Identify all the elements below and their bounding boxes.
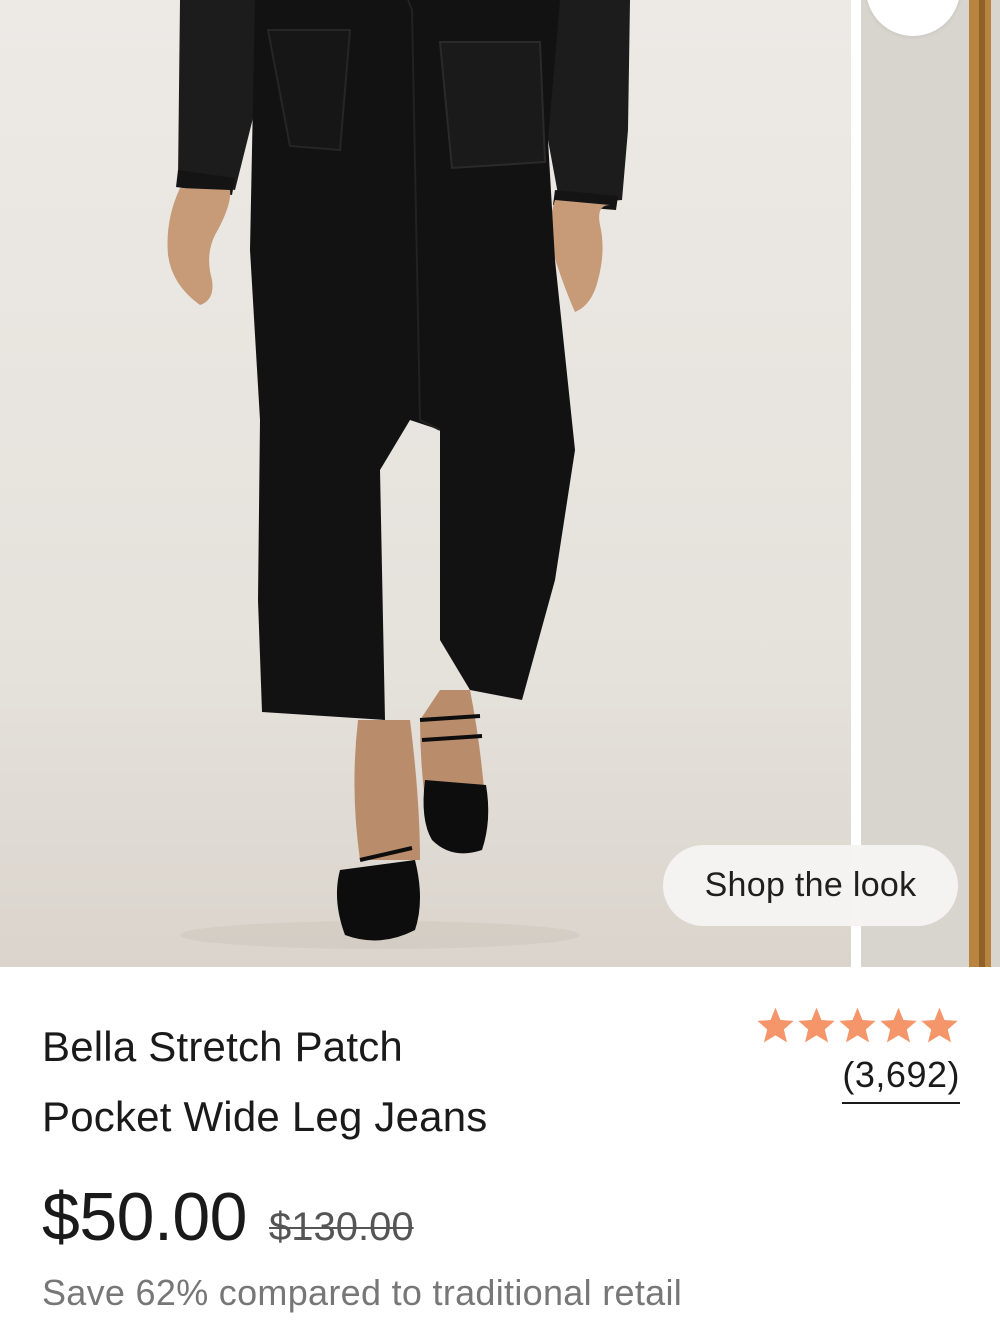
star-icon	[880, 1007, 917, 1043]
star-icon	[757, 1007, 794, 1043]
product-photo-model-jeans[interactable]	[0, 0, 851, 967]
price-row: $50.00 $130.00	[42, 1178, 414, 1256]
product-title-line2: Pocket Wide Leg Jeans	[42, 1093, 488, 1140]
star-icon	[921, 1007, 958, 1043]
shop-the-look-button[interactable]: Shop the look	[663, 845, 958, 926]
product-rating[interactable]: (3,692)	[755, 1006, 960, 1104]
product-title: Bella Stretch Patch Pocket Wide Leg Jean…	[42, 1012, 602, 1152]
savings-text: Save 62% compared to traditional retail	[42, 1272, 683, 1313]
star-icon	[839, 1007, 876, 1043]
star-icon	[798, 1007, 835, 1043]
original-price: $130.00	[268, 1205, 414, 1249]
product-image-gallery[interactable]: Shop the look	[0, 0, 1000, 967]
star-rating	[755, 1006, 960, 1044]
review-count-link[interactable]: (3,692)	[842, 1054, 960, 1104]
product-photo-next[interactable]	[861, 0, 1000, 967]
sale-price: $50.00	[42, 1179, 247, 1255]
product-title-line1: Bella Stretch Patch	[42, 1023, 403, 1070]
gallery-divider	[851, 0, 861, 967]
